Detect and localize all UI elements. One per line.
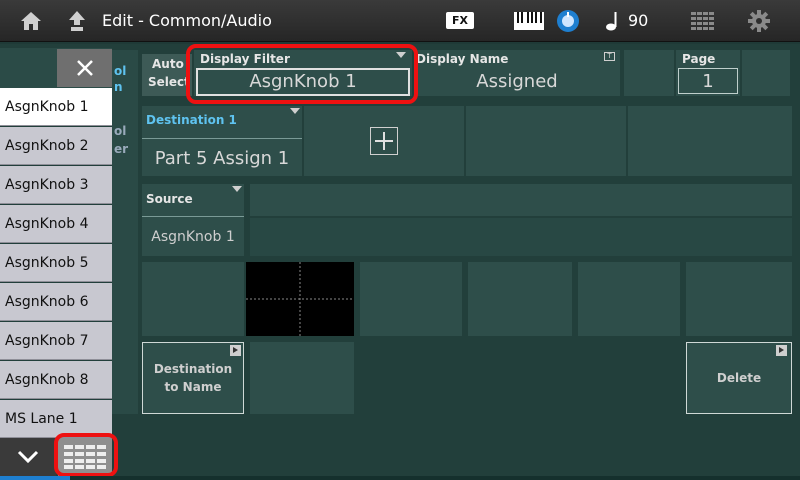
list-item[interactable]: AsgnKnob 3 <box>0 166 112 204</box>
source-label: Source <box>146 192 193 206</box>
close-button[interactable] <box>57 49 112 87</box>
source-value: AsgnKnob 1 <box>151 229 235 245</box>
left-tab-column <box>112 50 138 414</box>
chevron-down-icon <box>17 450 39 464</box>
page-spacer <box>742 50 790 96</box>
submenu-arrow-icon <box>776 345 787 356</box>
param-slot <box>360 262 462 336</box>
display-filter-value: AsgnKnob 1 <box>249 71 357 92</box>
destination-slot <box>628 106 792 176</box>
param-slot <box>142 262 244 336</box>
page-label: Page <box>682 52 716 66</box>
param-slot <box>686 262 792 336</box>
display-name-label: Display Name <box>416 52 509 66</box>
note-icon <box>604 0 620 42</box>
dropdown-arrow-icon <box>290 108 300 114</box>
source-bar <box>250 184 792 216</box>
text-edit-icon: T <box>604 52 615 61</box>
destination-label: Destination 1 <box>146 113 237 127</box>
source-bar-lower <box>250 218 792 256</box>
delete-label: Delete <box>716 371 762 385</box>
destination-to-name-label: to Name <box>164 380 222 394</box>
dial-icon[interactable] <box>556 0 580 42</box>
param-slot <box>250 342 354 414</box>
curve-graph <box>246 262 354 336</box>
hidden-tab-label: ol <box>114 124 127 138</box>
page-value: 1 <box>702 71 714 92</box>
close-icon <box>76 60 93 76</box>
destination-value: Part 5 Assign 1 <box>154 148 290 169</box>
hidden-tab-label: ol <box>114 64 127 78</box>
dropdown-arrow-icon <box>232 186 242 192</box>
scroll-down-button[interactable] <box>0 438 56 476</box>
submenu-arrow-icon <box>230 345 241 356</box>
destination-to-name-button[interactable] <box>142 342 244 414</box>
param-slot <box>468 262 572 336</box>
page-spacer <box>624 50 674 96</box>
grid-view-button[interactable] <box>58 438 112 476</box>
list-item[interactable]: AsgnKnob 6 <box>0 283 112 321</box>
page-title: Edit - Common/Audio <box>102 11 272 30</box>
list-item[interactable]: AsgnKnob 8 <box>0 361 112 399</box>
hidden-tab-label: n <box>114 80 123 94</box>
top-bar: Edit - Common/Audio FX 90 <box>0 0 800 42</box>
source-divider <box>142 216 244 217</box>
home-icon[interactable] <box>18 0 44 42</box>
dropdown-arrow-icon <box>396 52 406 58</box>
list-item[interactable]: AsgnKnob 5 <box>0 244 112 282</box>
auto-select-label: Auto <box>152 57 184 71</box>
bottom-accent <box>0 476 70 480</box>
keyboard-icon[interactable] <box>514 0 544 42</box>
list-item[interactable]: AsgnKnob 7 <box>0 322 112 360</box>
destination-to-name-label: Destination <box>153 362 233 376</box>
list-item[interactable]: AsgnKnob 1 <box>0 88 112 126</box>
display-filter-label: Display Filter <box>200 52 290 66</box>
destination-slot <box>466 106 626 176</box>
fx-badge[interactable]: FX <box>446 12 474 29</box>
plus-icon <box>370 127 398 155</box>
hidden-tab-label: er <box>114 142 129 156</box>
list-item[interactable]: MS Lane 1 <box>0 400 112 438</box>
param-slot <box>578 262 680 336</box>
gear-icon[interactable] <box>746 0 772 42</box>
auto-select-label: Select <box>148 75 190 89</box>
bottom-strip <box>0 476 800 480</box>
list-item[interactable]: AsgnKnob 2 <box>0 127 112 165</box>
list-item[interactable]: AsgnKnob 4 <box>0 205 112 243</box>
display-name-value: Assigned <box>476 71 558 92</box>
grid-icon <box>64 445 106 469</box>
tempo-value[interactable]: 90 <box>628 11 648 30</box>
grid-icon[interactable] <box>690 0 716 42</box>
up-arrow-icon[interactable] <box>66 0 88 42</box>
destination-divider <box>142 138 302 139</box>
